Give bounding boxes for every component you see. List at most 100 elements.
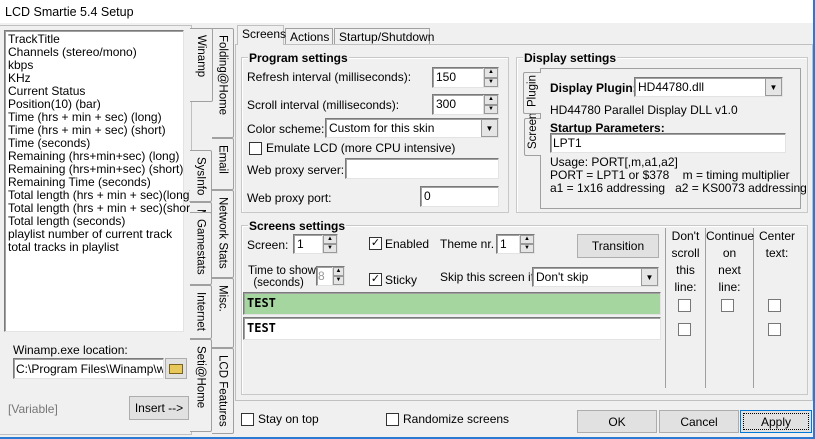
header-line: line: [674, 280, 697, 294]
header-line: next [718, 263, 741, 277]
center-line-1-checkbox[interactable] [768, 299, 781, 312]
spin-up-icon[interactable]: ▲ [323, 235, 337, 244]
list-item[interactable]: total tracks in playlist [8, 241, 180, 254]
plugin-description: HD44780 Parallel Display DLL v1.0 [550, 103, 738, 117]
insert-button[interactable]: Insert --> [129, 396, 189, 420]
tab-actions[interactable]: Actions [285, 28, 333, 45]
display-plugin-label: Display Plugin: [550, 81, 637, 95]
refresh-interval-label: Refresh interval (milliseconds): [247, 70, 412, 84]
list-item[interactable]: Channels (stereo/mono) [8, 46, 180, 59]
usage-line: PORT = LPT1 or $378 m = timing multiplie… [550, 168, 790, 182]
time-to-show-value[interactable]: 8 [317, 267, 332, 285]
web-proxy-port-input[interactable]: 0 [420, 186, 499, 207]
chevron-down-icon[interactable]: ▼ [641, 268, 658, 286]
theme-value[interactable]: 1 [497, 235, 519, 253]
spin-down-icon[interactable]: ▼ [484, 77, 498, 87]
display-plugin-select[interactable]: HD44780.dll ▼ [634, 77, 783, 97]
web-proxy-port-label: Web proxy port: [247, 191, 332, 205]
display-plugin-value: HD44780.dll [638, 80, 705, 94]
screen-label: Screen: [247, 238, 289, 252]
header-line: on [722, 246, 737, 260]
spin-up-icon[interactable]: ▲ [484, 95, 498, 105]
tab-screen[interactable]: Screen [524, 113, 541, 156]
spin-up-icon[interactable]: ▲ [333, 267, 344, 276]
web-proxy-server-label: Web proxy server: [247, 163, 345, 177]
randomize-screens-label: Randomize screens [403, 412, 510, 426]
tab-sysinfo[interactable]: SysInfo [190, 150, 212, 202]
color-scheme-select[interactable]: Custom for this skin ▼ [325, 118, 499, 138]
chevron-down-icon[interactable]: ▼ [481, 119, 498, 137]
tab-misc[interactable]: Misc. [212, 278, 234, 348]
tab-winamp[interactable]: Winamp [190, 28, 213, 102]
header-line: text: [765, 246, 789, 260]
tab-seti-at-home[interactable]: Seti@Home [190, 339, 212, 432]
dont-scroll-line-1-checkbox[interactable] [678, 299, 691, 312]
continue-line-1-checkbox[interactable] [721, 299, 734, 312]
sticky-checkbox[interactable]: ✓ [369, 273, 382, 286]
chevron-down-icon[interactable]: ▼ [765, 78, 782, 96]
exe-location-input[interactable]: C:\Program Files\Winamp\winamp.exe [13, 358, 164, 379]
usage-line: a1 = 1x16 addressing a2 = KS0073 address… [550, 181, 807, 195]
theme-label: Theme nr. [440, 237, 495, 251]
program-settings-title: Program settings [248, 51, 349, 65]
spin-up-icon[interactable]: ▲ [484, 68, 498, 78]
spin-down-icon[interactable]: ▼ [520, 244, 534, 253]
title-bar: LCD Smartie 5.4 Setup [0, 0, 813, 23]
theme-spinner[interactable]: 1 ▲ ▼ [496, 234, 535, 254]
header-line: Continue [706, 229, 755, 243]
screen-line-1-input[interactable]: TEST [243, 292, 661, 315]
enabled-label: Enabled [385, 237, 430, 251]
screen-spinner[interactable]: 1 ▲ ▼ [293, 234, 338, 254]
list-item[interactable]: kbps [8, 59, 180, 72]
stay-on-top-checkbox[interactable] [241, 413, 254, 426]
cancel-button[interactable]: Cancel [659, 410, 739, 433]
spin-down-icon[interactable]: ▼ [484, 104, 498, 114]
tab-plugin[interactable]: Plugin [523, 72, 541, 114]
transition-button[interactable]: Transition [577, 234, 659, 258]
skip-screen-select[interactable]: Don't skip ▼ [532, 267, 659, 287]
variable-list[interactable]: TrackTitle Channels (stereo/mono) kbps K… [4, 30, 197, 332]
time-to-show-spinner[interactable]: 8 ▲ ▼ [316, 266, 345, 286]
tab-lcd-features[interactable]: LCD Features [212, 348, 234, 434]
tab-network-stats[interactable]: Network Stats [212, 190, 234, 278]
spin-up-icon[interactable]: ▲ [520, 235, 534, 244]
screen-line-2-input[interactable]: TEST [243, 317, 661, 340]
stay-on-top-label: Stay on top [258, 412, 319, 426]
emulate-lcd-checkbox[interactable] [249, 142, 262, 155]
sticky-label: Sticky [385, 273, 418, 287]
dont-scroll-line-2-checkbox[interactable] [678, 323, 691, 336]
time-label-line2: (seconds) [253, 277, 304, 289]
skip-screen-value: Don't skip [536, 270, 589, 284]
refresh-interval-spinner[interactable]: 150 ▲ ▼ [432, 67, 499, 88]
usage-line: Usage: PORT[,m,a1,a2] [550, 155, 678, 169]
color-scheme-label: Color scheme: [247, 122, 325, 136]
center-text-header: Center text: [754, 228, 800, 262]
enabled-checkbox[interactable]: ✓ [369, 237, 382, 250]
header-line: scroll [671, 246, 700, 260]
center-line-2-checkbox[interactable] [768, 323, 781, 336]
tab-internet[interactable]: Internet [190, 285, 212, 339]
scroll-interval-label: Scroll interval (milliseconds): [247, 98, 400, 112]
web-proxy-server-input[interactable] [345, 158, 499, 179]
scroll-interval-value[interactable]: 300 [433, 95, 483, 114]
scroll-interval-spinner[interactable]: 300 ▲ ▼ [432, 94, 499, 115]
tab-screens[interactable]: Screens [237, 25, 286, 45]
tab-email[interactable]: Email [212, 138, 234, 190]
startup-parameters-input[interactable]: LPT1 [550, 133, 786, 153]
window-title: LCD Smartie 5.4 Setup [5, 5, 134, 19]
header-line: line: [718, 280, 741, 294]
browse-button[interactable] [165, 358, 187, 379]
spin-down-icon[interactable]: ▼ [323, 244, 337, 253]
refresh-interval-value[interactable]: 150 [433, 68, 483, 87]
randomize-screens-checkbox[interactable] [386, 413, 399, 426]
tab-startup-shutdown[interactable]: Startup/Shutdown [334, 28, 434, 45]
header-line: Center [758, 229, 796, 243]
display-settings-title: Display settings [523, 51, 618, 65]
spin-down-icon[interactable]: ▼ [333, 276, 344, 285]
apply-button[interactable]: Apply [740, 410, 812, 433]
tab-gamestats[interactable]: Gamestats [190, 212, 212, 285]
ok-button[interactable]: OK [577, 410, 657, 433]
screen-value[interactable]: 1 [294, 235, 322, 253]
header-line: Don't [671, 229, 700, 243]
tab-folding-at-home[interactable]: Folding@Home [212, 28, 234, 138]
